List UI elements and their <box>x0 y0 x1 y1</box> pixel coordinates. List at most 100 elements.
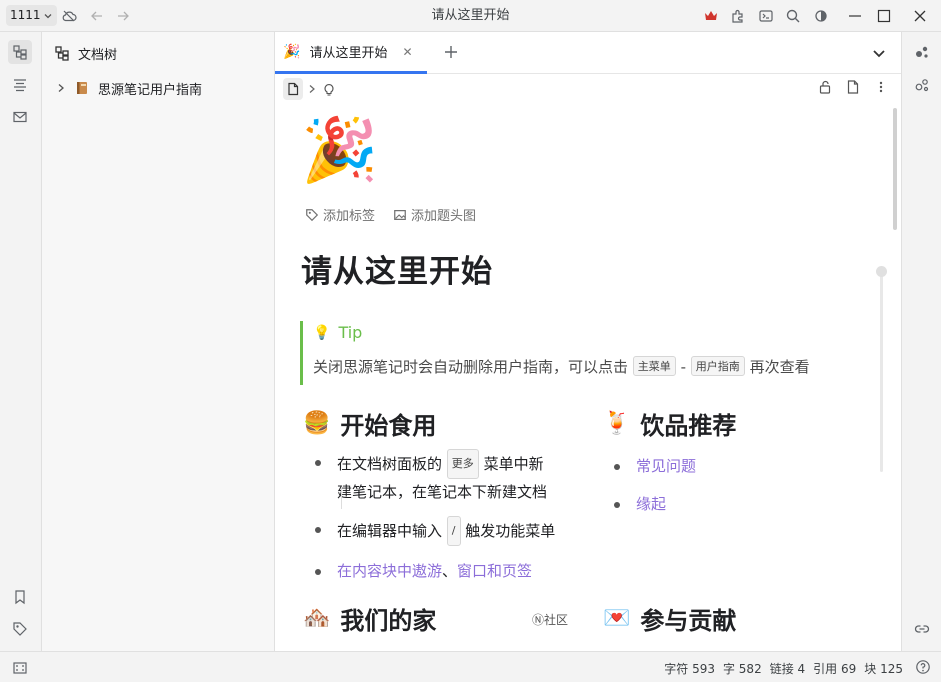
tab-close-icon[interactable]: ✕ <box>402 45 412 59</box>
outline-icon <box>14 79 26 92</box>
dock-tag-button[interactable] <box>8 617 32 641</box>
kbd-main-menu: 主菜单 <box>632 356 676 376</box>
burger-icon: 🍔 <box>303 411 331 436</box>
list-item[interactable]: 在内容块中遨游、窗口和页签 <box>303 558 573 584</box>
right-dock <box>901 32 941 651</box>
add-cover-button[interactable]: 添加题头图 <box>393 205 476 224</box>
heading-drinks[interactable]: 🍹 饮品推荐 <box>603 406 736 441</box>
link-content-blocks[interactable]: 在内容块中遨游 <box>337 562 442 580</box>
list-item[interactable]: 在编辑器中输入 / 触发功能菜单 <box>303 516 573 546</box>
left-dock <box>0 32 42 651</box>
chevron-right-icon[interactable] <box>56 83 66 93</box>
cocktail-icon: 🍹 <box>603 411 631 436</box>
tip-callout[interactable]: 💡 Tip 关闭思源笔记时会自动删除用户指南，可以点击 主菜单 - 用户指南 再… <box>300 321 860 385</box>
filetree-panel: 文档树 思源笔记用户指南 <box>42 32 275 651</box>
tip-label: Tip <box>338 323 363 342</box>
document-icon[interactable] <box>845 79 861 95</box>
heading-start[interactable]: 🍔 开始食用 <box>303 406 436 441</box>
cloud-off-icon[interactable] <box>59 6 79 26</box>
list-item[interactable]: 在文档树面板的 更多 菜单中新 建笔记本，在笔记本下新建文档 <box>303 449 573 505</box>
link-origin[interactable]: 缘起 <box>636 495 666 513</box>
image-icon <box>394 209 406 220</box>
add-tag-button[interactable]: 添加标签 <box>305 205 375 224</box>
item-text: 菜单中新 <box>483 455 544 473</box>
dock-filetree-button[interactable] <box>8 40 32 64</box>
stat-refs: 引用 69 <box>813 662 857 676</box>
tab-list-button[interactable] <box>869 43 889 63</box>
unlock-icon[interactable] <box>817 79 833 95</box>
crown-icon[interactable] <box>701 6 721 26</box>
list-item[interactable]: 常见问题 <box>602 453 862 479</box>
filetree-header: 文档树 <box>42 32 274 74</box>
plugin-icon[interactable] <box>728 6 748 26</box>
link-icon <box>914 625 930 633</box>
chevron-down-icon <box>44 13 52 18</box>
community-label[interactable]: Ⓝ社区 <box>532 611 568 628</box>
breadcrumb <box>275 74 901 104</box>
file-tree-icon <box>55 46 69 61</box>
list-item[interactable]: 缘起 <box>602 491 862 517</box>
start-list: 在文档树面板的 更多 菜单中新 建笔记本，在笔记本下新建文档 在编辑器中输入 /… <box>303 449 573 584</box>
heading-drinks-text: 饮品推荐 <box>640 412 737 440</box>
minimap-track[interactable] <box>876 266 887 472</box>
kbd-more: 更多 <box>446 449 479 479</box>
stat-chars: 字符 593 <box>664 662 715 676</box>
close-window-icon[interactable] <box>910 6 930 26</box>
search-icon[interactable] <box>783 6 803 26</box>
document-title[interactable]: 请从这里开始 <box>301 246 493 291</box>
breadcrumb-doc-button[interactable] <box>283 78 303 100</box>
dock-toggle-button[interactable] <box>8 656 32 680</box>
editor: 🎉 请从这里开始 ✕ 🎉 添加标签 添加题头图 请从这里开始 💡 Tip 关闭思… <box>275 32 901 651</box>
help-icon[interactable] <box>915 659 931 678</box>
tip-text-before: 关闭思源笔记时会自动删除用户指南，可以点击 <box>313 358 629 376</box>
dock-global-graph-button[interactable] <box>910 73 934 97</box>
stat-blocks: 块 125 <box>864 662 903 676</box>
more-vertical-icon[interactable] <box>873 79 889 95</box>
heading-start-text: 开始食用 <box>340 412 437 440</box>
dock-backlink-button[interactable] <box>910 617 934 641</box>
stat-links: 链接 4 <box>769 662 806 676</box>
notebook-item[interactable]: 思源笔记用户指南 <box>42 74 274 102</box>
plus-icon <box>445 46 457 58</box>
new-tab-button[interactable] <box>441 43 461 63</box>
add-cover-label: 添加题头图 <box>411 209 477 224</box>
scrollbar[interactable] <box>893 108 897 230</box>
layout-icon <box>13 662 27 674</box>
heading-contrib-text: 参与贡献 <box>640 607 737 635</box>
heading-home[interactable]: 🏘️ 我们的家 <box>303 601 436 636</box>
document-icon-emoji[interactable]: 🎉 <box>301 114 378 186</box>
file-tree-icon <box>13 45 27 60</box>
maximize-icon[interactable] <box>874 6 894 26</box>
kbd-user-guide: 用户指南 <box>690 356 745 376</box>
back-arrow-icon[interactable] <box>87 6 107 26</box>
minimap-handle[interactable] <box>876 266 887 277</box>
party-popper-icon: 🎉 <box>283 43 301 60</box>
item-text: 触发功能菜单 <box>465 522 556 540</box>
tab-start-here[interactable]: 🎉 请从这里开始 ✕ <box>275 32 427 74</box>
link-faq[interactable]: 常见问题 <box>636 457 696 475</box>
title-bar: 1111 请从这里开始 <box>0 0 941 32</box>
minimize-icon[interactable] <box>845 6 865 26</box>
item-text: 在文档树面板的 <box>337 455 443 473</box>
stat-words: 字 582 <box>722 662 762 676</box>
lightbulb-icon[interactable] <box>321 81 337 97</box>
dock-outline-button[interactable] <box>8 73 32 97</box>
drinks-list: 常见问题 缘起 <box>602 453 862 517</box>
heading-contrib[interactable]: 💌 参与贡献 <box>603 601 736 636</box>
filetree-title: 文档树 <box>78 47 118 63</box>
theme-mode-icon[interactable] <box>811 6 831 26</box>
dock-inbox-button[interactable] <box>8 105 32 129</box>
dock-bookmark-button[interactable] <box>8 585 32 609</box>
status-bar: 字符 593 字 582 链接 4 引用 69 块 125 <box>0 651 941 682</box>
forward-arrow-icon[interactable] <box>113 6 133 26</box>
global-graph-icon <box>915 79 929 92</box>
tip-text-after: 再次查看 <box>749 358 810 376</box>
link-windows-tabs[interactable]: 窗口和页签 <box>457 562 532 580</box>
add-tag-label: 添加标签 <box>323 209 376 224</box>
terminal-icon[interactable] <box>756 6 776 26</box>
divider <box>341 487 342 509</box>
tab-bar: 🎉 请从这里开始 ✕ <box>275 32 901 74</box>
document-icon <box>288 82 299 96</box>
dock-graph-button[interactable] <box>910 40 934 64</box>
workspace-switcher[interactable]: 1111 <box>6 5 57 26</box>
